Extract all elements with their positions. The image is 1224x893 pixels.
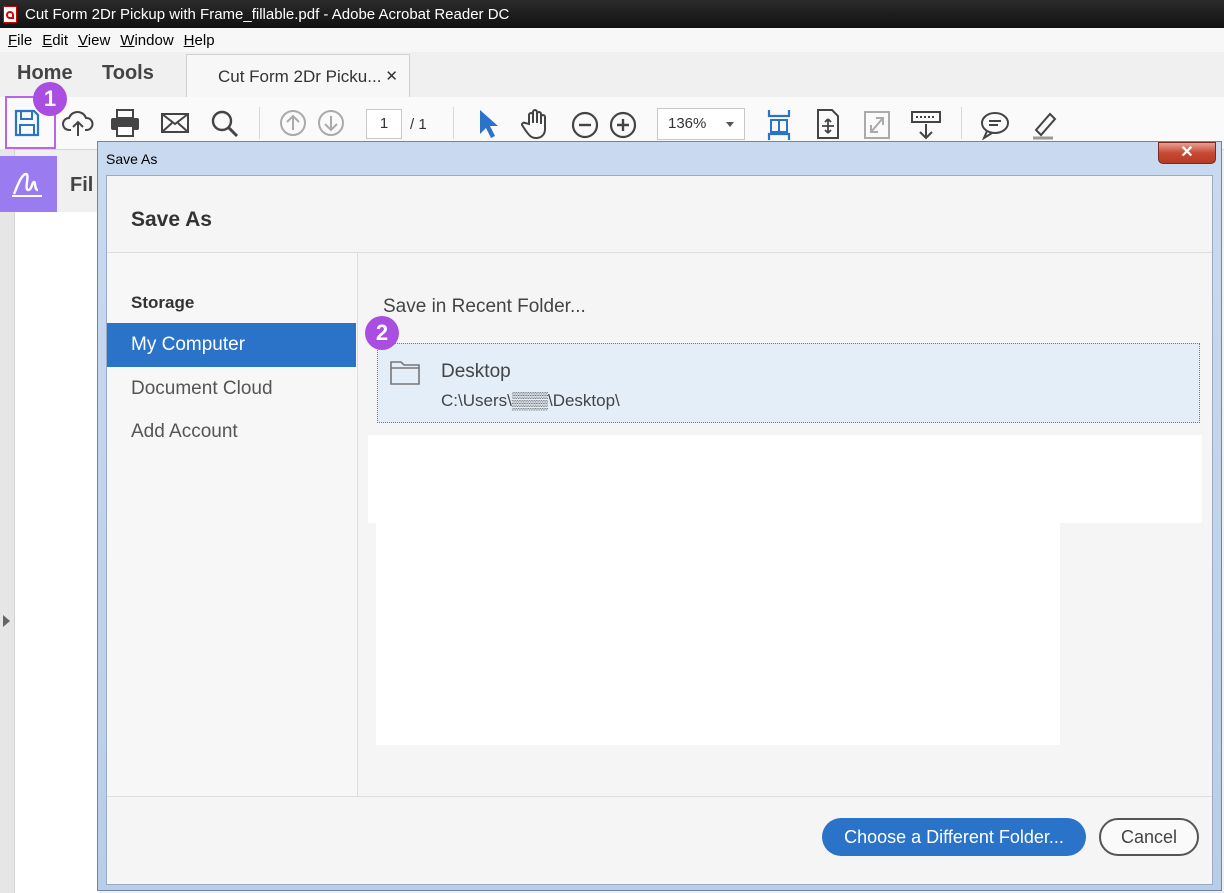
select-arrow-icon[interactable]	[474, 108, 500, 140]
dialog-body: Save As Storage My Computer Document Clo…	[106, 175, 1213, 885]
read-mode-icon[interactable]	[910, 110, 942, 140]
storage-my-computer[interactable]: My Computer	[107, 323, 356, 367]
zoom-in-icon[interactable]	[608, 110, 638, 140]
window-title: Cut Form 2Dr Pickup with Frame_fillable.…	[25, 5, 510, 23]
document-canvas	[15, 212, 99, 893]
page-down-icon[interactable]	[317, 108, 345, 138]
tab-document[interactable]: Cut Form 2Dr Picku... ✕	[186, 54, 410, 98]
step-badge-1: 1	[33, 82, 67, 116]
search-icon[interactable]	[209, 108, 241, 138]
page-number-input[interactable]: 1	[366, 109, 402, 139]
fit-page-icon[interactable]	[765, 108, 793, 142]
save-as-dialog: Save As ✕ Save As Storage My Computer Do…	[97, 141, 1222, 891]
storage-label: Storage	[131, 293, 195, 312]
fill-sign-icon	[12, 172, 42, 197]
zoom-out-icon[interactable]	[570, 110, 600, 140]
tab-document-label: Cut Form 2Dr Picku...	[218, 66, 382, 86]
recent-folder-label: Save in Recent Folder...	[383, 296, 586, 317]
expand-panel-icon[interactable]	[3, 615, 10, 627]
fill-sign-button[interactable]	[0, 156, 57, 212]
email-icon[interactable]	[160, 108, 190, 138]
storage-sidebar: Storage My Computer Document Cloud Add A…	[107, 253, 358, 796]
left-panel-strip	[0, 149, 15, 893]
dialog-heading: Save As	[131, 208, 212, 231]
folder-path: C:\Users\▒▒▒\Desktop\	[441, 391, 620, 410]
divider	[107, 796, 1212, 797]
menu-file[interactable]: File	[8, 32, 32, 49]
zoom-select[interactable]: 136%	[657, 108, 745, 140]
toolbar-separator	[259, 107, 260, 139]
tab-tools[interactable]: Tools	[102, 62, 154, 85]
cloud-upload-icon[interactable]	[62, 108, 94, 138]
chevron-down-icon	[726, 122, 734, 127]
folder-pane: Save in Recent Folder... Desktop C:\User…	[358, 253, 1212, 796]
dialog-close-button[interactable]: ✕	[1158, 142, 1216, 164]
blank-area	[376, 523, 1060, 745]
recent-folder-item[interactable]: Desktop C:\Users\▒▒▒\Desktop\	[377, 343, 1200, 423]
menu-edit[interactable]: Edit	[42, 32, 68, 49]
close-tab-icon[interactable]: ✕	[385, 67, 398, 85]
highlight-pen-icon[interactable]	[1028, 108, 1060, 140]
storage-document-cloud[interactable]: Document Cloud	[107, 367, 356, 411]
fill-sign-label: Fil	[70, 174, 94, 196]
full-screen-icon[interactable]	[863, 110, 891, 140]
zoom-value: 136%	[668, 115, 707, 132]
toolbar-separator	[453, 107, 454, 139]
menu-window[interactable]: Window	[120, 32, 173, 49]
tab-bar: Home Tools Cut Form 2Dr Picku... ✕	[0, 52, 1224, 98]
choose-different-folder-button[interactable]: Choose a Different Folder...	[822, 818, 1086, 856]
folder-icon	[390, 361, 420, 385]
print-icon[interactable]	[109, 108, 141, 138]
page-up-icon[interactable]	[279, 108, 307, 138]
cancel-button[interactable]: Cancel	[1099, 818, 1199, 856]
folder-name: Desktop	[441, 361, 511, 382]
rotate-page-icon[interactable]	[814, 108, 842, 140]
pdf-app-icon	[3, 5, 17, 23]
menu-view[interactable]: View	[78, 32, 110, 49]
step-badge-2: 2	[365, 316, 399, 350]
comment-icon[interactable]	[979, 110, 1011, 140]
menu-help[interactable]: Help	[184, 32, 215, 49]
storage-add-account[interactable]: Add Account	[107, 410, 356, 454]
window-titlebar: Cut Form 2Dr Pickup with Frame_fillable.…	[0, 0, 1224, 28]
dialog-window-title: Save As	[106, 151, 158, 167]
page-total: / 1	[410, 116, 427, 133]
blank-area	[368, 435, 1202, 523]
menu-bar: File Edit View Window Help	[0, 28, 1224, 53]
hand-icon[interactable]	[520, 108, 552, 140]
toolbar-separator	[961, 107, 962, 139]
